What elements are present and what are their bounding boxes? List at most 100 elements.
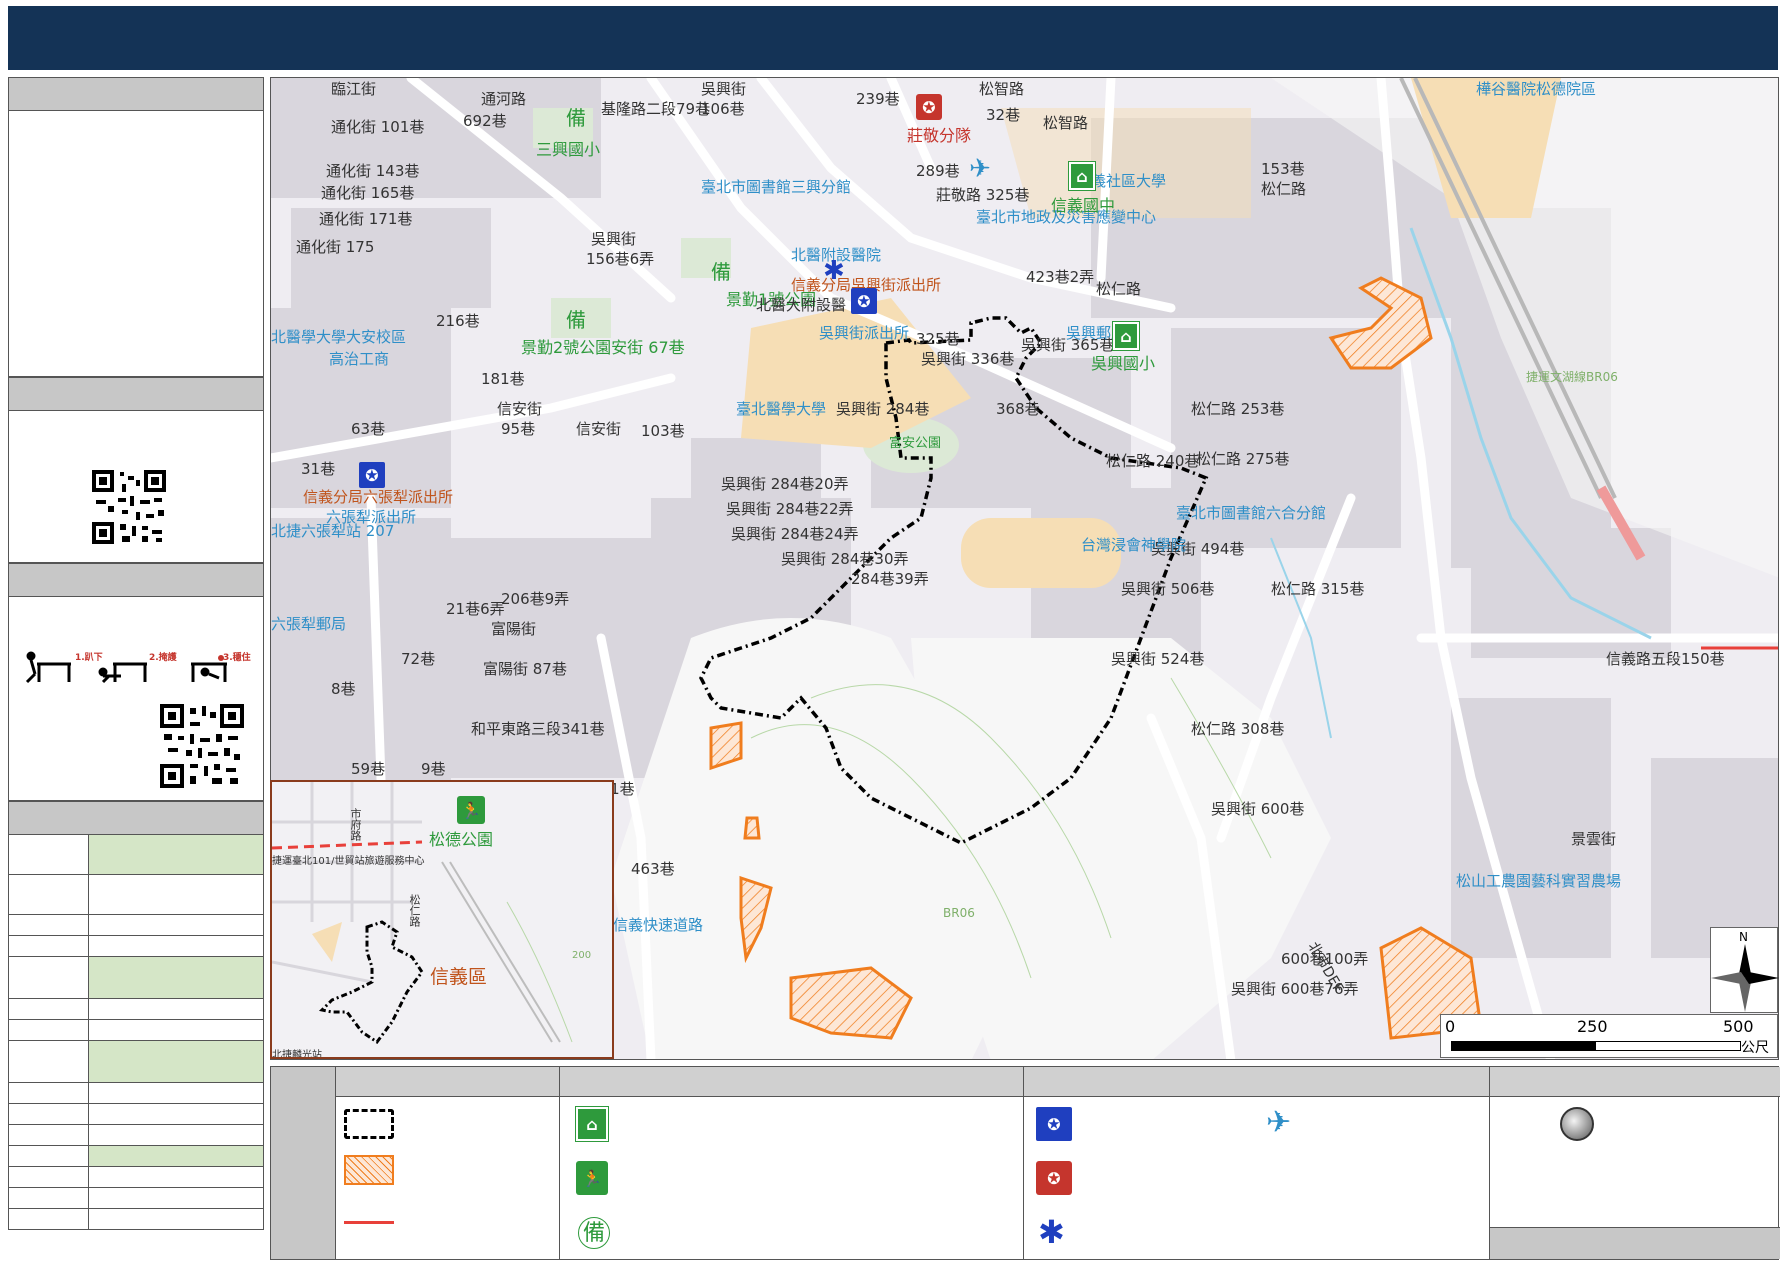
street-label: 692巷 bbox=[463, 112, 507, 130]
table-cell bbox=[8, 1208, 89, 1230]
info-table bbox=[8, 834, 264, 1230]
park-label: 松德公園 bbox=[429, 830, 494, 849]
scale-tick-0: 0 bbox=[1445, 1017, 1456, 1036]
street-label: 景雲街 bbox=[1571, 830, 1617, 848]
street-label: 和平東路三段341巷 bbox=[471, 720, 605, 738]
street-label: 63巷 bbox=[351, 420, 386, 438]
street-label: 通化街 175 bbox=[296, 238, 375, 256]
table-cell bbox=[88, 1166, 264, 1188]
school-label: 信義國中 bbox=[1051, 196, 1116, 215]
shelter-school-icon[interactable]: ⌂ bbox=[1112, 321, 1140, 351]
info-panel-header bbox=[9, 78, 263, 111]
earthquake-panel: 1.趴下 2.掩護 3.穩住 bbox=[8, 563, 264, 801]
street-label: 吳興街 284巷30弄 bbox=[781, 550, 909, 568]
park-label: 景勤2號公園安街 67巷 bbox=[521, 338, 685, 357]
legend-title-cell bbox=[271, 1067, 335, 1259]
legend-col-head bbox=[1490, 1067, 1780, 1097]
evacuation-park-icon[interactable]: 🏃 bbox=[457, 796, 485, 824]
street-label: 216巷 bbox=[436, 312, 480, 330]
backup-shelter-icon: 備 bbox=[578, 1217, 610, 1249]
street-label: 95巷 bbox=[501, 420, 536, 438]
table-cell bbox=[8, 914, 89, 936]
table-cell bbox=[8, 935, 89, 957]
street-label: 吳興街 284巷 bbox=[836, 400, 930, 418]
police-station-icon[interactable]: ✪ bbox=[359, 462, 385, 488]
legend-col-other bbox=[1489, 1067, 1780, 1259]
street-label: 松仁路 308巷 bbox=[1191, 720, 1285, 738]
info-panel bbox=[8, 77, 264, 377]
compass-rose-icon bbox=[1711, 944, 1779, 1012]
table-panel-header bbox=[9, 802, 263, 834]
table-panel bbox=[8, 801, 264, 834]
table-cell bbox=[8, 834, 89, 875]
backup-shelter-icon: 備 bbox=[566, 308, 586, 332]
earthquake-panel-header bbox=[9, 564, 263, 597]
street-label: 21巷6弄 bbox=[446, 600, 505, 618]
table-cell bbox=[88, 998, 264, 1020]
street-label: 156巷6弄 bbox=[586, 250, 655, 268]
backup-shelter-icon: 備 bbox=[711, 260, 731, 284]
table-cell bbox=[88, 956, 264, 999]
street-label: 325巷 bbox=[916, 330, 960, 348]
police-station-icon: ✪ bbox=[1036, 1107, 1072, 1141]
street-label: 8巷 bbox=[331, 680, 356, 698]
street-label: 松智路 bbox=[979, 80, 1025, 98]
shelter-school-icon[interactable]: ⌂ bbox=[1068, 161, 1096, 191]
table-cell bbox=[88, 874, 264, 915]
helicopter-icon: ✈ bbox=[969, 154, 991, 184]
earthquake-qr-code-icon[interactable] bbox=[160, 704, 244, 788]
contour-label: BR06 bbox=[943, 906, 975, 920]
street-label: 信義路五段150巷 bbox=[1606, 650, 1725, 668]
street-label: 通化街 143巷 bbox=[326, 162, 420, 180]
table-cell bbox=[88, 1145, 264, 1167]
school-label: 吳興國小 bbox=[1091, 354, 1156, 373]
north-label: N bbox=[1739, 930, 1748, 944]
street-label: 239巷 bbox=[856, 90, 900, 108]
table-cell bbox=[8, 998, 89, 1020]
police-station-icon[interactable]: ✪ bbox=[851, 288, 877, 314]
legend-col-shelters: ⌂ 🏃 備 bbox=[559, 1067, 1023, 1259]
street-label: 松智路 bbox=[1043, 114, 1089, 132]
street-label: 通河路 bbox=[481, 90, 527, 108]
qr-code-icon[interactable] bbox=[92, 470, 166, 544]
seminary-label: 台灣浸會神學院 bbox=[1081, 536, 1187, 554]
street-label: 吳興街 600巷 bbox=[1211, 800, 1305, 818]
street-label: 松仁路 bbox=[1261, 180, 1307, 198]
university-label: 臺北醫學大學 bbox=[736, 400, 827, 418]
street-label: 153巷 bbox=[1261, 160, 1305, 178]
street-label: 吳興街 284巷22弄 bbox=[726, 500, 854, 518]
fire-station-icon[interactable]: ✪ bbox=[916, 94, 942, 120]
police-station-label: 吳興街派出所 bbox=[819, 324, 910, 342]
fire-station-label: 莊敬分隊 bbox=[907, 126, 972, 145]
inset-map[interactable]: 🏃 松德公園 捷運臺北101/世貿站旅遊服務中心 市府路 松仁路 信義區 北捷麟… bbox=[270, 780, 614, 1059]
scale-tick-500: 500 bbox=[1723, 1017, 1754, 1036]
table-cell bbox=[8, 1019, 89, 1041]
street-label: 206巷9弄 bbox=[501, 590, 570, 608]
mrt-label: 信義快速道路 bbox=[613, 916, 704, 934]
table-cell bbox=[8, 1103, 89, 1125]
street-label: 松仁路 315巷 bbox=[1271, 580, 1365, 598]
cover-label: 2.掩護 bbox=[149, 653, 177, 663]
street-label: 32巷 bbox=[986, 106, 1021, 124]
backup-shelter-icon: 備 bbox=[566, 106, 586, 130]
street-label: 吳興街 524巷 bbox=[1111, 650, 1205, 668]
fire-station-icon: ✪ bbox=[1036, 1161, 1072, 1195]
table-cell bbox=[88, 1103, 264, 1125]
street-label: 31巷 bbox=[301, 460, 336, 478]
district-label: 信義區 bbox=[430, 966, 488, 988]
street-label: 423巷2弄 bbox=[1026, 268, 1095, 286]
post-office-label: 六張犁郵局 bbox=[271, 615, 347, 633]
table-cell bbox=[88, 1082, 264, 1104]
evacuation-park-icon: 🏃 bbox=[576, 1161, 608, 1195]
street-label: 368巷 bbox=[996, 400, 1040, 418]
street-label: 松仁路 253巷 bbox=[1191, 400, 1285, 418]
library-label: 臺北市圖書館三興分館 bbox=[701, 178, 852, 196]
street-label: 吳興街 284巷20弄 bbox=[721, 475, 849, 493]
street-label: 吳興街 bbox=[591, 230, 637, 248]
station-label: 北捷麟光站 bbox=[272, 1050, 322, 1059]
library-label: 臺北市圖書館六合分館 bbox=[1176, 504, 1327, 522]
street-label: 463巷 bbox=[631, 860, 675, 878]
legend: ⌂ 🏃 備 ✪ ✪ ✱ ✈ bbox=[270, 1066, 1780, 1260]
contour-label: 200 bbox=[572, 950, 592, 961]
table-cell bbox=[88, 914, 264, 936]
